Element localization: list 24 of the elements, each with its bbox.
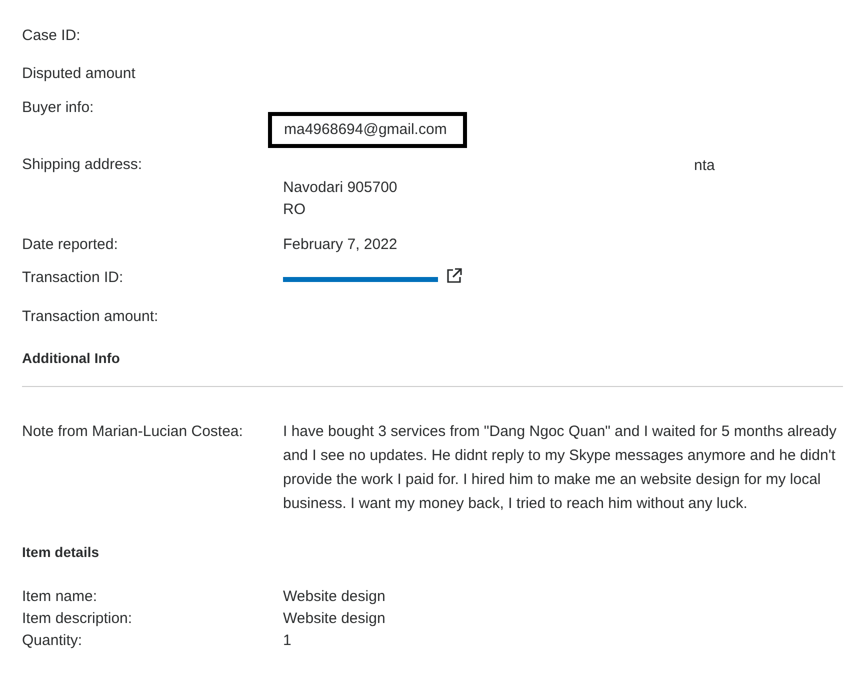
field-label: Transaction ID: [22, 269, 124, 286]
address-line: Navodari 905700 [283, 178, 398, 198]
field-label: Case ID: [22, 27, 80, 44]
field-label: Item name: [22, 588, 98, 605]
address-line: nta [694, 156, 715, 176]
field-label: Item description: [22, 610, 132, 627]
field-label: Buyer info: [22, 99, 94, 116]
field-value: 1 [283, 631, 292, 651]
section-heading: Item details [22, 543, 100, 562]
field-label: Note from Marian-Lucian Costea: [22, 423, 243, 440]
field-value: Website design [283, 587, 386, 607]
field-label: Transaction amount: [22, 308, 158, 325]
field-value: February 7, 2022 [283, 236, 398, 253]
note-text: I have bought 3 services from "Dang Ngoc Quan" and I waited for 5 months already and I see no updates. He didnt reply to my Skype messages anymore and he didn't provide the work I paid for. I hired him to make me an website design for my local business. I want my money back, I tried to reach him without any luck. [283, 422, 838, 514]
external-link-icon[interactable] [446, 268, 462, 284]
email-value: ma4968694@gmail.com [268, 112, 467, 148]
redacted-link[interactable] [283, 276, 438, 282]
field-value: Website design [283, 609, 386, 629]
field-label: Shipping address: [22, 156, 142, 173]
address-line: RO [283, 200, 306, 220]
section-heading: Additional Info [22, 349, 121, 368]
field-label: Quantity: [22, 632, 82, 649]
field-label: Date reported: [22, 236, 118, 253]
field-label: Disputed amount [22, 65, 136, 82]
